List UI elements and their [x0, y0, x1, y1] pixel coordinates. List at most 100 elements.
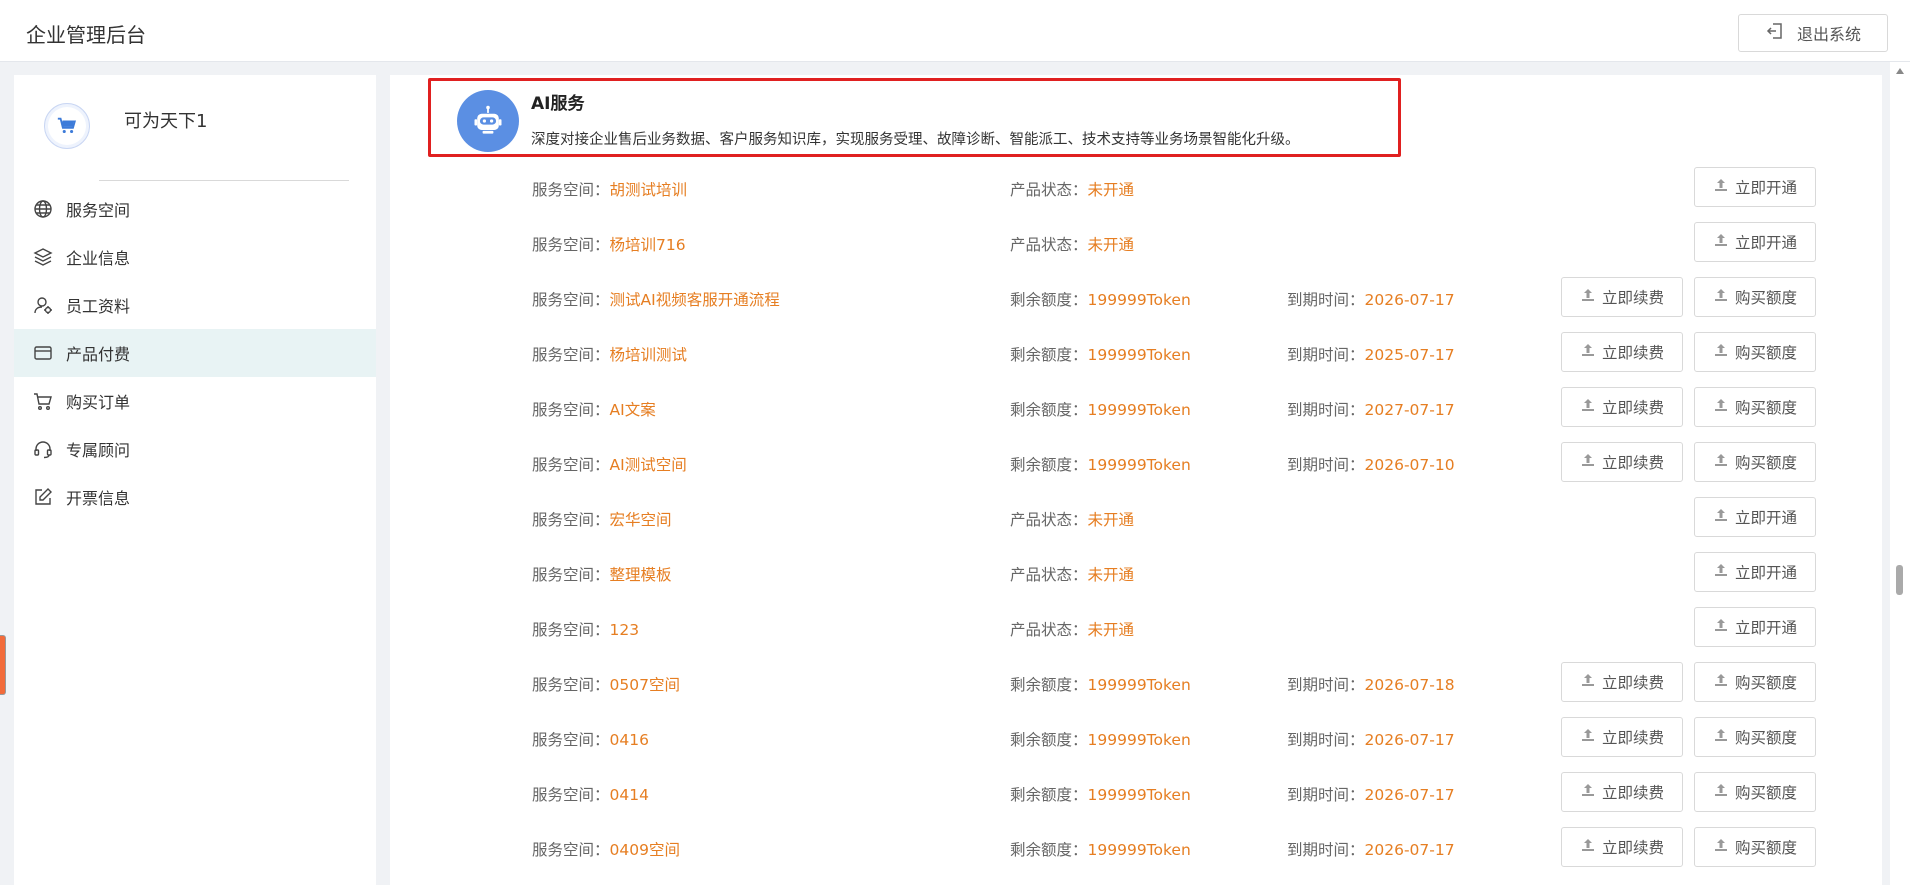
headset-icon	[33, 439, 53, 459]
renew-button[interactable]: 立即续费	[1561, 717, 1683, 757]
button-label: 立即开通	[1734, 509, 1797, 527]
upload-icon	[1580, 397, 1596, 417]
quota-value: 199999Token	[1087, 731, 1191, 749]
button-label: 立即续费	[1601, 674, 1664, 692]
sidebar-item-company-info[interactable]: 企业信息	[14, 233, 376, 281]
sidebar-item-advisor[interactable]: 专属顾问	[14, 425, 376, 473]
renew-button[interactable]: 立即续费	[1561, 772, 1683, 812]
service-space-cell: 服务空间：123	[532, 618, 639, 640]
open-now-button[interactable]: 立即开通	[1694, 607, 1816, 647]
open-now-button[interactable]: 立即开通	[1694, 167, 1816, 207]
sidebar-item-staff[interactable]: 员工资料	[14, 281, 376, 329]
buy-quota-button[interactable]: 购买额度	[1694, 772, 1816, 812]
open-now-button[interactable]: 立即开通	[1694, 552, 1816, 592]
quota-value: 199999Token	[1087, 346, 1191, 364]
sidebar-item-service-space[interactable]: 服务空间	[14, 185, 376, 233]
space-name: 宏华空间	[609, 511, 672, 529]
expiry-label: 到期时间：	[1287, 731, 1365, 749]
sidebar-item-invoice[interactable]: 开票信息	[14, 473, 376, 521]
floating-edge-tab[interactable]	[0, 635, 6, 695]
buy-quota-button[interactable]: 购买额度	[1694, 277, 1816, 317]
service-space-list: 服务空间：胡测试培训 产品状态：未开通 立即开通 服务空间：杨培训716 产品状态：未开…	[390, 164, 1882, 879]
expiry-date: 2026-07-17	[1364, 291, 1455, 309]
quota-label: 剩余额度：	[1010, 731, 1088, 749]
quota-label: 剩余额度：	[1010, 456, 1088, 474]
renew-button[interactable]: 立即续费	[1561, 277, 1683, 317]
button-label: 立即开通	[1734, 619, 1797, 637]
buy-quota-button[interactable]: 购买额度	[1694, 442, 1816, 482]
renew-button[interactable]: 立即续费	[1561, 387, 1683, 427]
space-label: 服务空间：	[532, 841, 610, 859]
service-space-cell: 服务空间：杨培训测试	[532, 343, 687, 365]
service-space-cell: 服务空间：胡测试培训	[532, 178, 687, 200]
service-space-cell: 服务空间：整理模板	[532, 563, 672, 585]
app-title: 企业管理后台	[26, 23, 146, 47]
expiry-date: 2026-07-17	[1364, 786, 1455, 804]
buy-quota-button[interactable]: 购买额度	[1694, 332, 1816, 372]
shopping-cart-icon	[57, 117, 77, 134]
status-value: 未开通	[1087, 511, 1135, 529]
renew-button[interactable]: 立即续费	[1561, 332, 1683, 372]
button-label: 立即续费	[1601, 454, 1664, 472]
quota-label: 剩余额度：	[1010, 786, 1088, 804]
upload-icon	[1713, 562, 1729, 582]
button-label: 购买额度	[1734, 344, 1797, 362]
space-label: 服务空间：	[532, 346, 610, 364]
upload-icon	[1713, 452, 1729, 472]
sidebar-divider	[99, 180, 349, 181]
page-scrollbar[interactable]	[1890, 62, 1910, 885]
status-cell: 产品状态：未开通	[1010, 233, 1134, 255]
service-space-cell: 服务空间：AI测试空间	[532, 453, 687, 475]
renew-button[interactable]: 立即续费	[1561, 827, 1683, 867]
open-now-button[interactable]: 立即开通	[1694, 497, 1816, 537]
buy-quota-button[interactable]: 购买额度	[1694, 827, 1816, 867]
table-row: 服务空间：AI测试空间 剩余额度：199999Token 到期时间：2026-07-…	[390, 439, 1882, 494]
sidebar-item-orders[interactable]: 购买订单	[14, 377, 376, 425]
buy-quota-button[interactable]: 购买额度	[1694, 662, 1816, 702]
sidebar-item-label: 企业信息	[66, 249, 131, 268]
status-value: 未开通	[1087, 621, 1135, 639]
button-label: 立即开通	[1734, 564, 1797, 582]
company-logo	[44, 103, 90, 149]
space-name: 0414	[609, 786, 649, 804]
company-profile: 可为天下1	[44, 103, 344, 163]
quota-value: 199999Token	[1087, 841, 1191, 859]
scroll-thumb[interactable]	[1896, 565, 1903, 595]
renew-button[interactable]: 立即续费	[1561, 662, 1683, 702]
table-row: 服务空间：胡测试培训 产品状态：未开通 立即开通	[390, 164, 1882, 219]
upload-icon	[1713, 342, 1729, 362]
sidebar-item-product-payment[interactable]: 产品付费	[14, 329, 376, 377]
expiry-label: 到期时间：	[1287, 291, 1365, 309]
service-space-cell: 服务空间：0416	[532, 728, 649, 750]
scroll-up-arrow[interactable]	[1896, 68, 1904, 74]
space-label: 服务空间：	[532, 511, 610, 529]
status-label: 产品状态：	[1010, 566, 1088, 584]
sidebar-item-label: 专属顾问	[66, 441, 131, 460]
expiry-label: 到期时间：	[1287, 401, 1365, 419]
space-label: 服务空间：	[532, 676, 610, 694]
service-space-cell: 服务空间：0414	[532, 783, 649, 805]
buy-quota-button[interactable]: 购买额度	[1694, 717, 1816, 757]
quota-label: 剩余额度：	[1010, 841, 1088, 859]
cart-icon	[33, 391, 53, 411]
service-space-cell: 服务空间：0409空间	[532, 838, 680, 860]
upload-icon	[1713, 837, 1729, 857]
renew-button[interactable]: 立即续费	[1561, 442, 1683, 482]
upload-icon	[1713, 232, 1729, 252]
button-label: 立即开通	[1734, 234, 1797, 252]
logout-button[interactable]: 退出系统	[1738, 14, 1888, 52]
edit-icon	[33, 487, 53, 507]
buy-quota-button[interactable]: 购买额度	[1694, 387, 1816, 427]
expiry-label: 到期时间：	[1287, 346, 1365, 364]
open-now-button[interactable]: 立即开通	[1694, 222, 1816, 262]
quota-cell: 剩余额度：199999Token	[1010, 288, 1191, 310]
table-row: 服务空间：测试AI视频客服开通流程 剩余额度：199999Token 到期时间：20…	[390, 274, 1882, 329]
quota-cell: 剩余额度：199999Token	[1010, 673, 1191, 695]
space-name: 0416	[609, 731, 649, 749]
table-row: 服务空间：0416 剩余额度：199999Token 到期时间：2026-07-17…	[390, 714, 1882, 769]
upload-icon	[1713, 507, 1729, 527]
quota-value: 199999Token	[1087, 786, 1191, 804]
quota-label: 剩余额度：	[1010, 291, 1088, 309]
upload-icon	[1580, 342, 1596, 362]
button-label: 购买额度	[1734, 729, 1797, 747]
